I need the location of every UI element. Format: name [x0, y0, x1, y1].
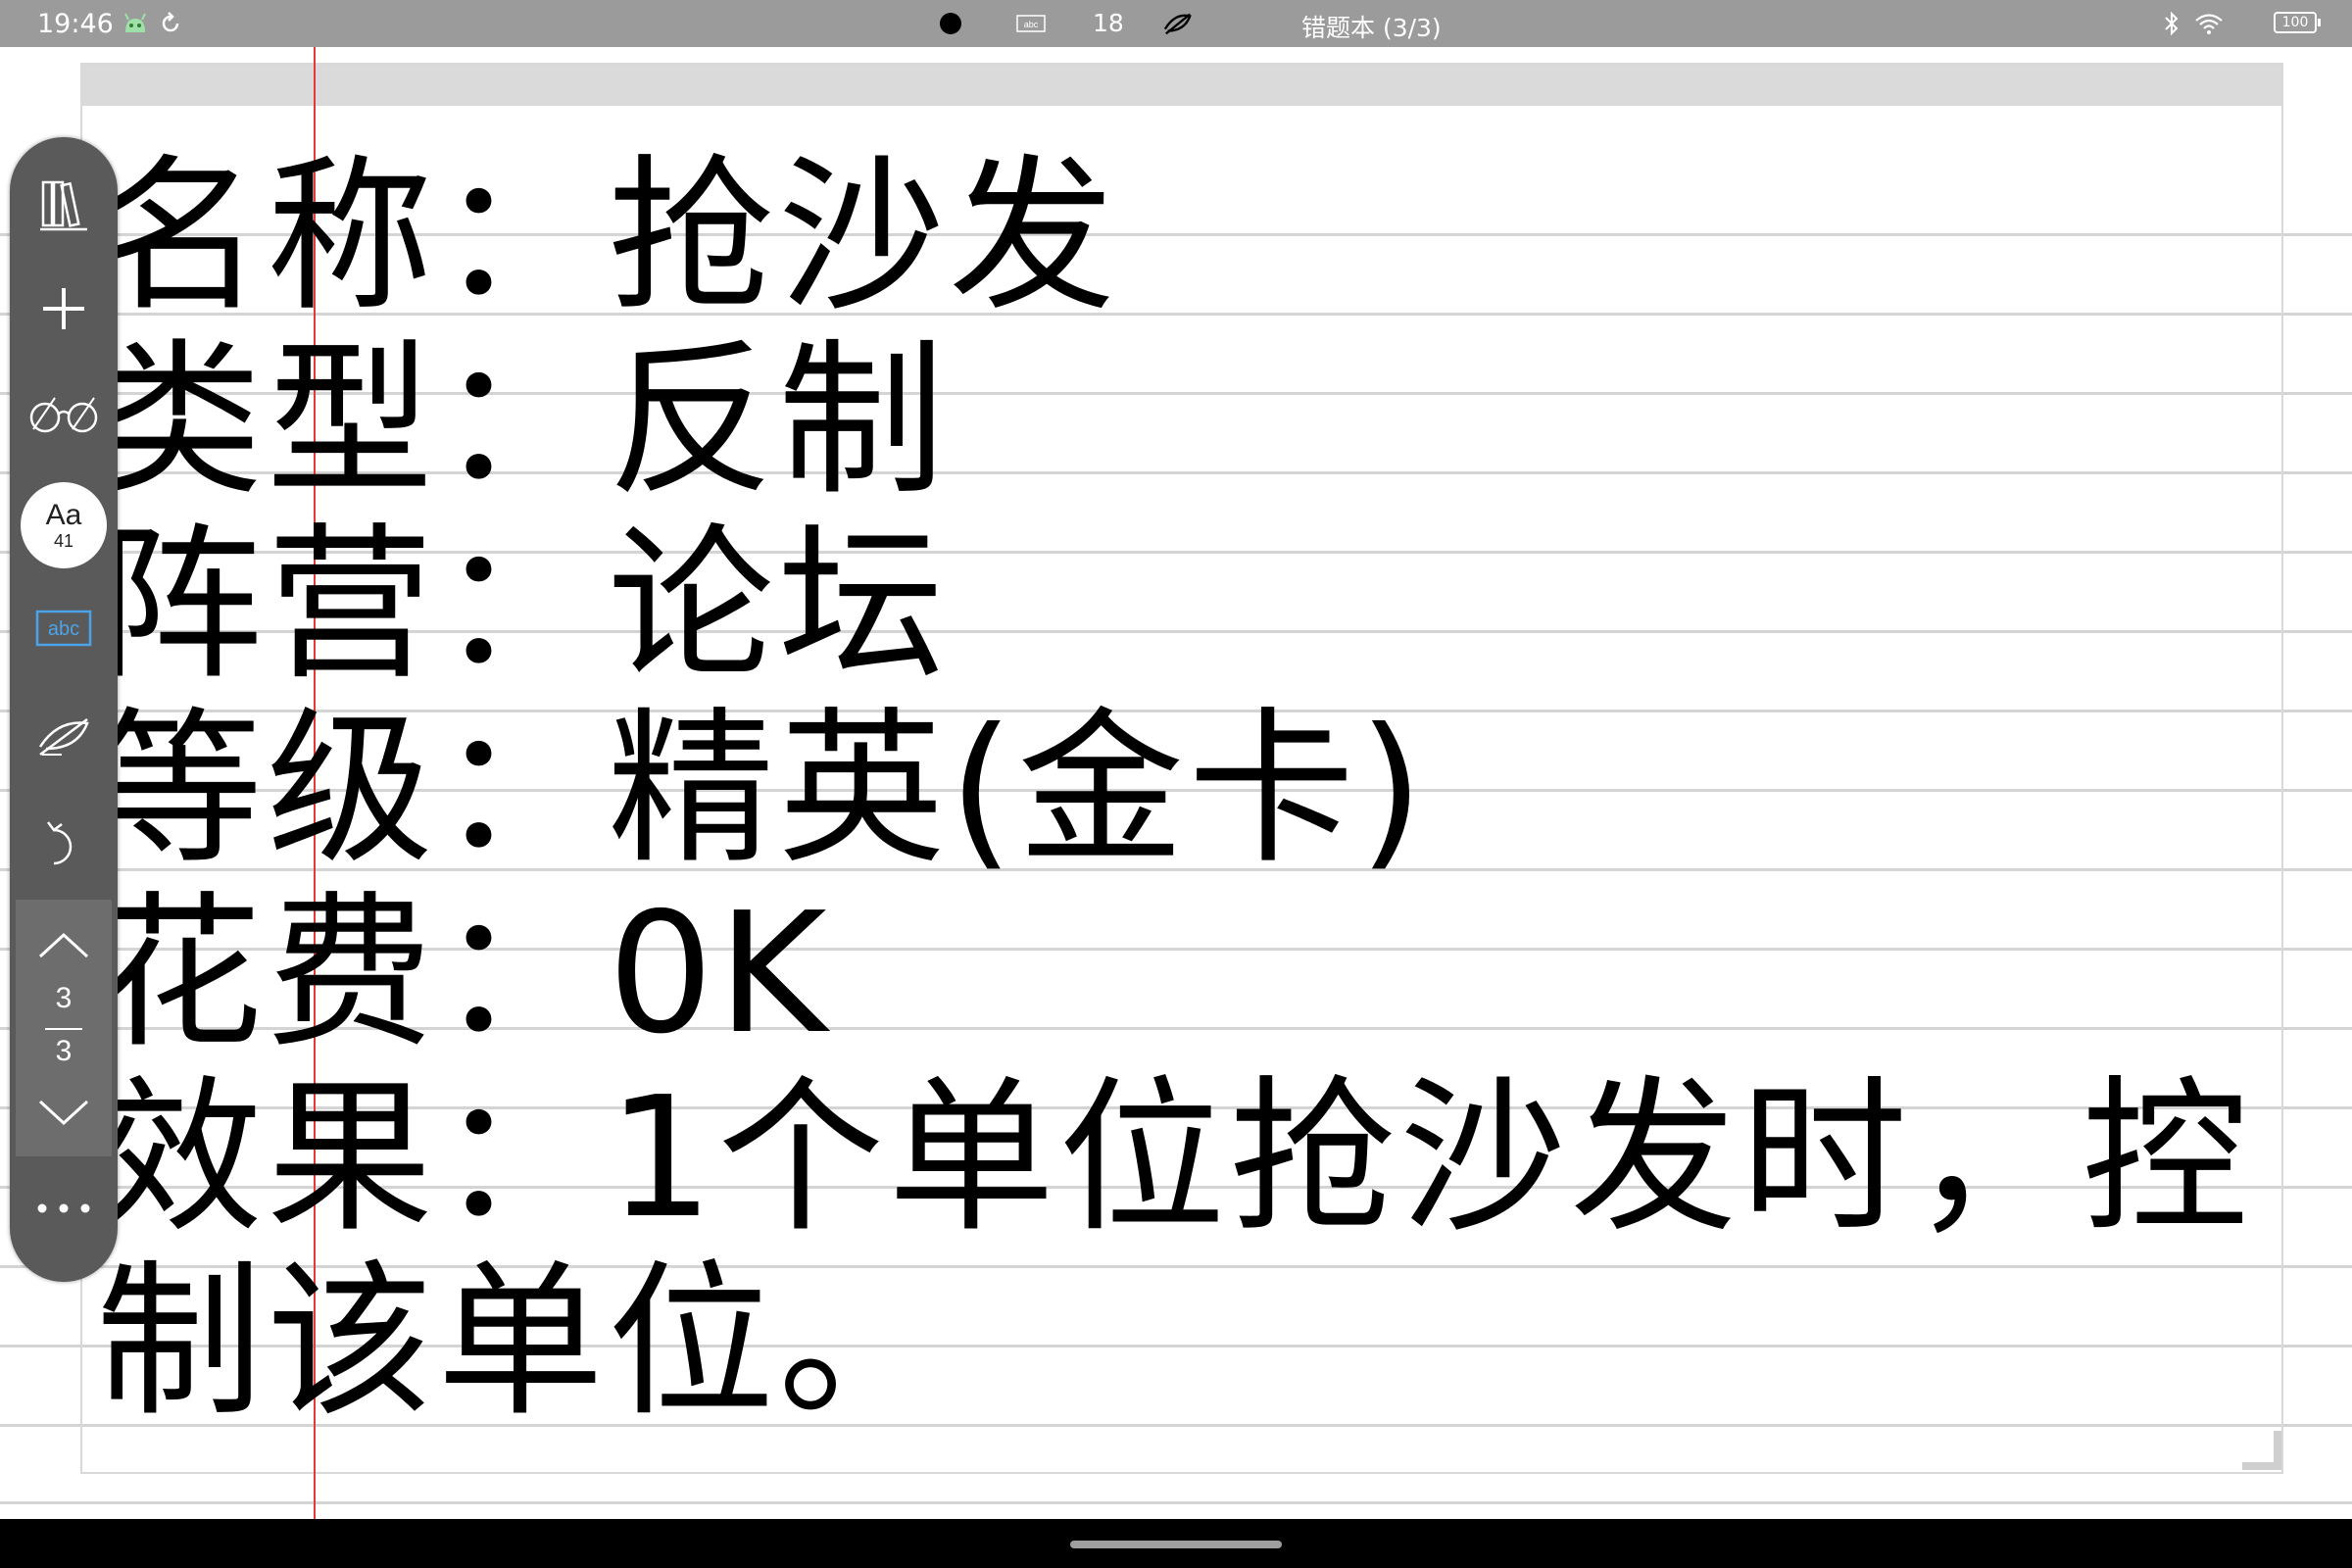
- add-button[interactable]: [10, 267, 118, 355]
- more-options-button[interactable]: [10, 1164, 118, 1252]
- chevron-down-icon: [36, 1098, 91, 1131]
- status-bar: 19:46 abc 18 错题本 (3/3) 100: [0, 0, 2352, 47]
- note-line-rarity: 等级：精英(金卡): [96, 693, 1428, 887]
- record-dot-icon[interactable]: [935, 8, 966, 39]
- undo-button[interactable]: [10, 802, 118, 890]
- note-line-name: 名称：抢沙发: [96, 140, 1120, 334]
- ruled-line: [0, 1501, 2352, 1504]
- note-line-type: 类型：反制: [96, 324, 950, 518]
- note-text[interactable]: 名称：抢沙发 类型：反制 阵营：论坛 等级：精英(金卡) 花费：0K 效果：1个…: [96, 140, 2253, 1440]
- handwriting-off-icon[interactable]: [1162, 8, 1194, 39]
- handwriting-off-icon: [34, 713, 93, 762]
- note-line-effect-cont: 制该单位。: [96, 1246, 950, 1440]
- note-line-faction: 阵营：论坛: [96, 509, 950, 703]
- navigation-bar: [0, 1519, 2352, 1568]
- window-title: 错题本 (3/3): [1301, 14, 1442, 42]
- sync-icon: [155, 8, 186, 39]
- screen: 19:46 abc 18 错题本 (3/3) 100 名称：抢沙发 类型：反制 …: [0, 0, 2352, 1568]
- more-dots-icon: [36, 1200, 91, 1218]
- page-divider: [45, 1028, 82, 1030]
- undo-icon: [44, 816, 83, 875]
- total-pages-number: 3: [55, 1035, 73, 1067]
- font-size-label: Aa: [45, 499, 82, 531]
- battery-indicator: 100: [2274, 12, 2321, 33]
- side-toolbar: Aa 41 abc 3 3: [10, 137, 118, 1282]
- wifi-icon: [2193, 8, 2225, 39]
- notebook-page[interactable]: 名称：抢沙发 类型：反制 阵营：论坛 等级：精英(金卡) 花费：0K 效果：1个…: [0, 47, 2352, 1519]
- handwriting-toggle-button[interactable]: [10, 694, 118, 782]
- text-mode-icon[interactable]: abc: [1015, 8, 1047, 39]
- status-time: 19:46: [37, 9, 114, 39]
- next-page-button[interactable]: [10, 1070, 118, 1158]
- page-navigator: 3 3: [16, 900, 112, 1156]
- svg-text:abc: abc: [1024, 20, 1039, 29]
- glasses-icon: [25, 390, 102, 439]
- note-line-cost: 花费：0K: [96, 877, 831, 1071]
- current-page-number: 3: [55, 982, 73, 1014]
- page-header-strip: [82, 65, 2281, 106]
- status-number: 18: [1093, 9, 1124, 37]
- bluetooth-icon: [2156, 8, 2187, 39]
- books-icon: [38, 176, 89, 237]
- text-box-icon: abc: [35, 610, 92, 651]
- notebook-library-button[interactable]: [10, 163, 118, 251]
- chevron-up-icon: [36, 931, 91, 964]
- plus-icon: [39, 284, 88, 337]
- home-indicator[interactable]: [1070, 1541, 1282, 1548]
- font-size-value: 41: [53, 531, 74, 551]
- font-size-button[interactable]: Aa 41: [21, 482, 107, 568]
- previous-page-button[interactable]: [10, 904, 118, 992]
- reading-mode-button[interactable]: [10, 370, 118, 459]
- note-line-effect: 效果：1个单位抢沙发时，控: [96, 1061, 2253, 1255]
- android-icon: [120, 8, 151, 39]
- resize-handle[interactable]: [2242, 1431, 2281, 1470]
- svg-text:abc: abc: [48, 618, 79, 640]
- text-input-button[interactable]: abc: [10, 586, 118, 674]
